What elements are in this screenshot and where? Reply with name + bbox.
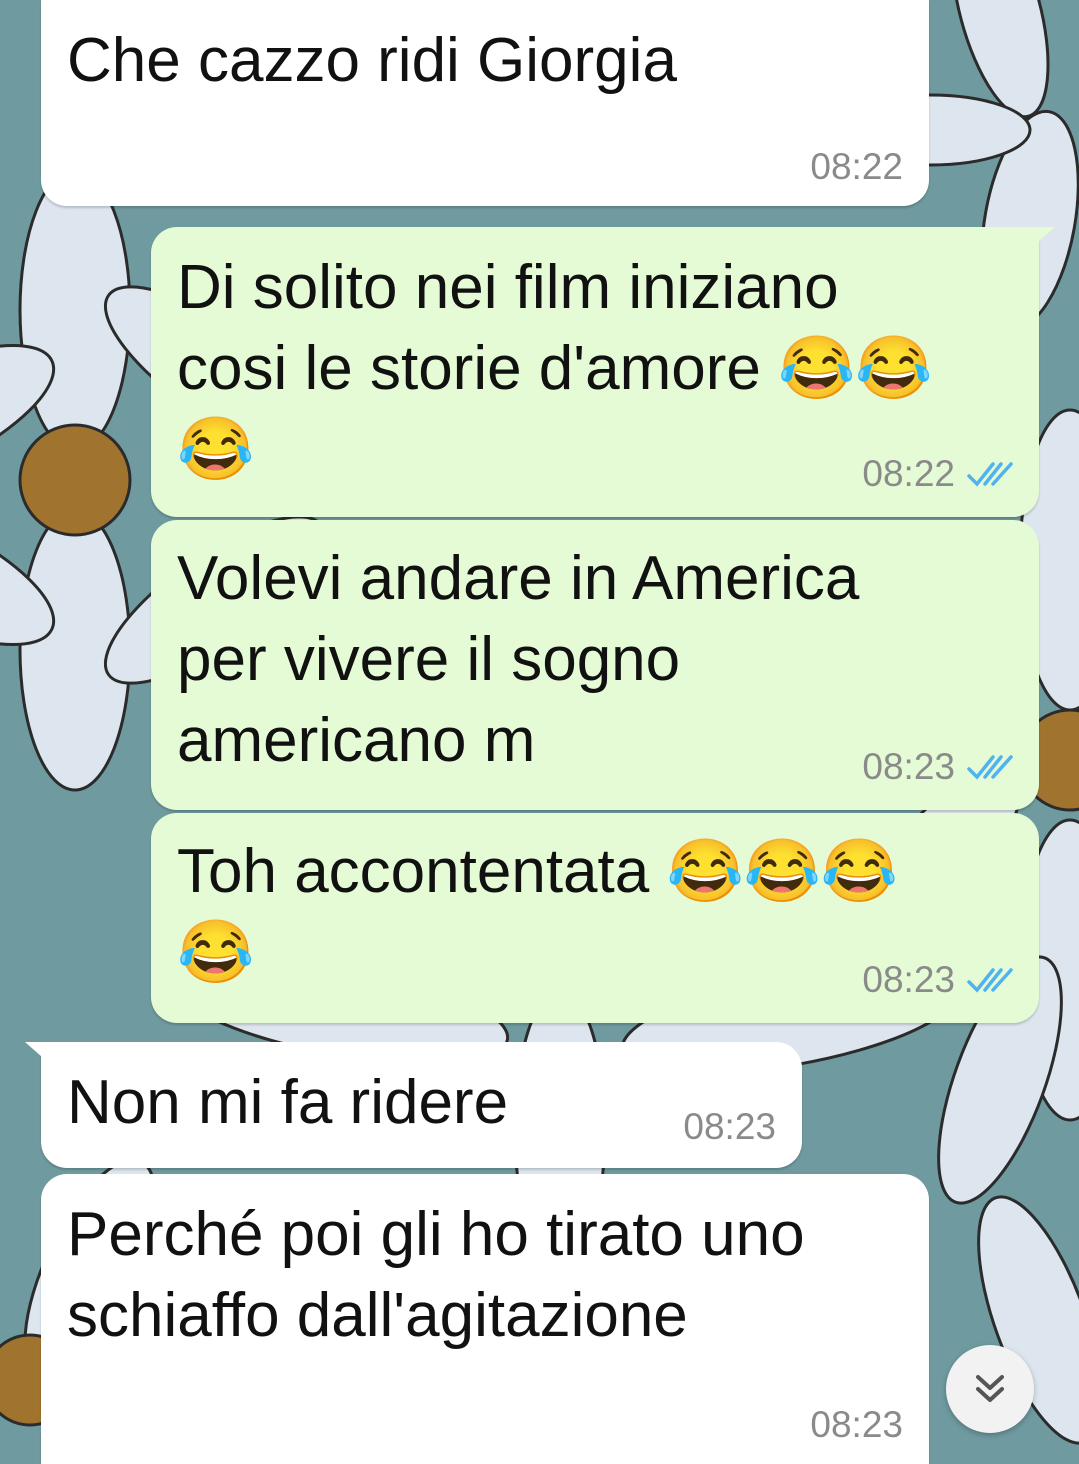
message-bubble-outgoing[interactable]: Volevi andare in America per vivere il s…	[151, 520, 1039, 810]
bubble-tail	[25, 1042, 59, 1072]
chevrons-down-icon	[976, 1375, 1004, 1402]
message-meta: 08:23	[862, 746, 1013, 788]
message-text: Volevi andare in America per vivere il s…	[177, 544, 860, 775]
message-time: 08:22	[810, 146, 903, 187]
message-text: Non mi fa ridere	[67, 1068, 509, 1137]
scroll-to-bottom-button[interactable]	[946, 1345, 1034, 1433]
message-text: Che cazzo ridi Giorgia	[67, 26, 677, 95]
message-time: 08:23	[862, 959, 955, 1000]
message-meta: 08:22	[862, 453, 1013, 495]
read-receipt-icon	[967, 755, 1013, 780]
message-time: 08:22	[862, 453, 955, 494]
message-time: 08:23	[810, 1404, 903, 1445]
message-bubble-outgoing[interactable]: Toh accontentata 😂😂😂 😂 08:23	[151, 813, 1039, 1023]
message-time: 08:23	[862, 746, 955, 787]
message-bubble-incoming[interactable]: Che cazzo ridi Giorgia 08:22	[41, 0, 929, 206]
message-text: Perché poi gli ho tirato uno schiaffo da…	[67, 1200, 805, 1350]
message-list[interactable]: Che cazzo ridi Giorgia 08:22 Di solito n…	[0, 0, 1079, 1464]
message-meta: 08:22	[810, 146, 903, 188]
message-meta: 08:23	[862, 959, 1013, 1001]
bubble-tail	[1021, 227, 1055, 257]
read-receipt-icon	[967, 462, 1013, 487]
message-bubble-outgoing[interactable]: Di solito nei film iniziano cosi le stor…	[151, 227, 1055, 517]
message-meta: 08:23	[810, 1404, 903, 1446]
message-time: 08:23	[683, 1106, 776, 1147]
message-bubble-incoming[interactable]: Perché poi gli ho tirato uno schiaffo da…	[41, 1174, 929, 1464]
message-meta: 08:23	[683, 1106, 776, 1148]
message-bubble-incoming[interactable]: Non mi fa ridere 08:23	[25, 1042, 802, 1168]
read-receipt-icon	[967, 968, 1013, 993]
